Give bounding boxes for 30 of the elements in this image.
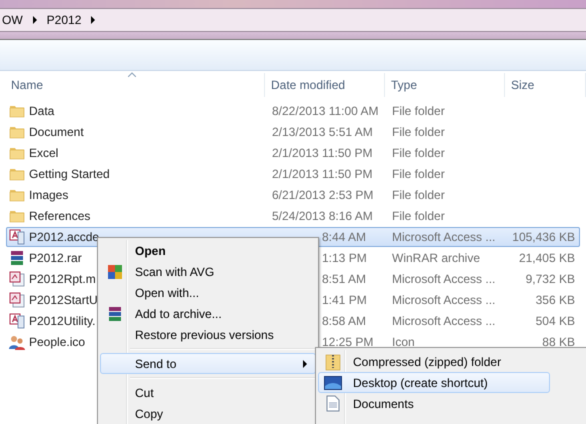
date-modified: 6/21/2013 2:53 PM	[272, 188, 374, 202]
file-type: File folder	[392, 188, 445, 202]
date-modified: 12:25 PM	[322, 335, 374, 349]
date-modified: 8:51 AM	[322, 272, 366, 286]
date-modified: 8:58 AM	[322, 314, 366, 328]
file-type: WinRAR archive	[392, 251, 480, 265]
date-modified: 8/22/2013 11:00 AM	[272, 104, 379, 118]
file-size: 504 KB	[536, 314, 575, 328]
date-modified: 2/13/2013 5:51 AM	[272, 125, 373, 139]
file-size: 9,732 KB	[526, 272, 575, 286]
file-type: File folder	[392, 167, 445, 181]
file-type: File folder	[392, 146, 445, 160]
date-modified: 1:41 PM	[322, 293, 367, 307]
file-size: 356 KB	[536, 293, 575, 307]
file-type: File folder	[392, 209, 445, 223]
file-type: File folder	[392, 104, 445, 118]
date-modified: 2/1/2013 11:50 PM	[272, 146, 373, 160]
date-modified: 8:44 AM	[322, 230, 366, 244]
file-type: Microsoft Access ...	[392, 293, 496, 307]
date-modified: 2/1/2013 11:50 PM	[272, 167, 373, 181]
file-size: 88 KB	[542, 335, 575, 349]
date-modified: 1:13 PM	[322, 251, 367, 265]
file-type: Microsoft Access ...	[392, 314, 496, 328]
file-size: 21,405 KB	[518, 251, 575, 265]
file-type: Microsoft Access ...	[392, 272, 496, 286]
file-type: File folder	[392, 125, 445, 139]
file-type: Microsoft Access ...	[392, 230, 496, 244]
file-type: Icon	[392, 335, 415, 349]
file-size: 105,436 KB	[512, 230, 575, 244]
date-modified: 5/24/2013 8:16 AM	[272, 209, 373, 223]
